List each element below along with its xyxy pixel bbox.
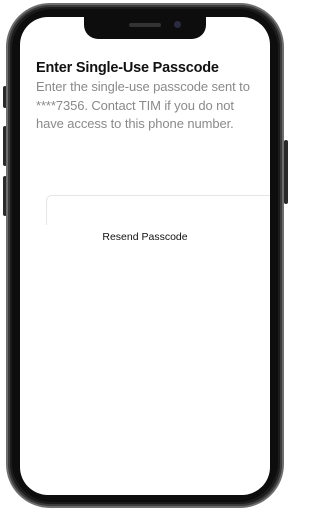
front-camera-icon <box>174 21 181 28</box>
passcode-input[interactable] <box>46 195 270 225</box>
notch <box>84 17 206 39</box>
passcode-instructions: Enter the single-use passcode sent to **… <box>36 79 250 131</box>
resend-passcode-button[interactable]: Resend Passcode <box>20 231 270 243</box>
passcode-content: Enter Single-Use Passcode Enter the sing… <box>36 59 262 134</box>
speaker-grille <box>129 23 161 27</box>
power-button <box>284 140 288 204</box>
page-title: Enter Single-Use Passcode <box>36 60 219 76</box>
phone-screen: Enter Single-Use Passcode Enter the sing… <box>20 17 270 495</box>
page: Enter Single-Use Passcode Enter the sing… <box>0 0 290 511</box>
